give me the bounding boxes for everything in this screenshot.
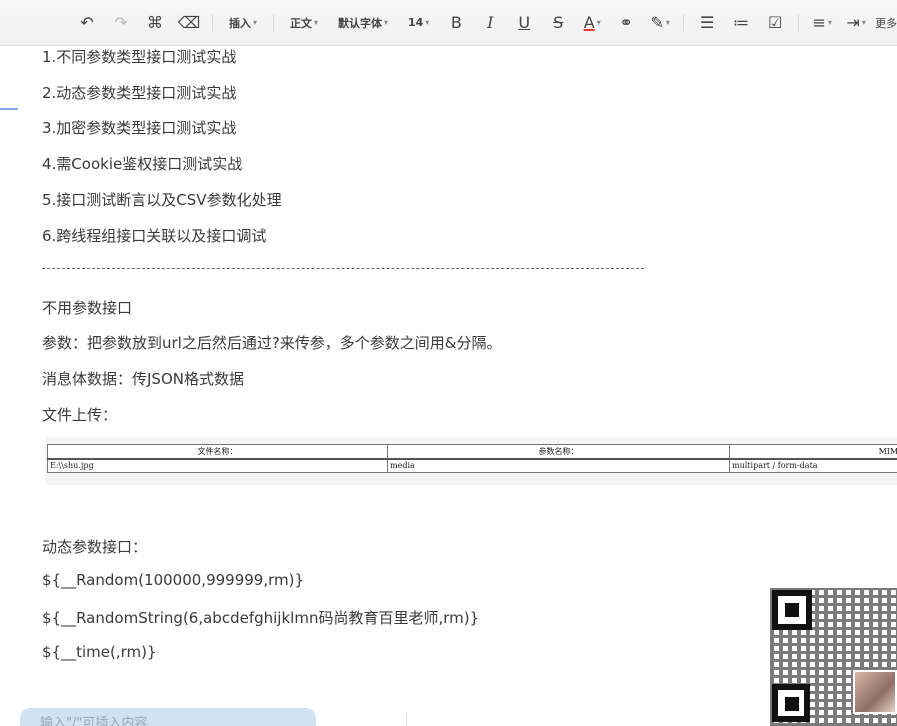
toolbar-divider <box>211 13 213 32</box>
toolbar-divider <box>798 13 800 32</box>
numbered-list-icon[interactable]: ≔ <box>728 10 754 36</box>
insert-label: 插入 <box>228 16 251 30</box>
list-item: 5.接口测试断言以及CSV参数化处理 <box>42 191 282 209</box>
font-color-label: A <box>583 13 595 32</box>
qr-finder <box>772 590 812 630</box>
align-icon[interactable]: ≡ ▾ <box>809 10 835 36</box>
paragraph-style-dropdown[interactable]: 正文 ▾ <box>284 10 324 36</box>
chevron-down-icon: ▾ <box>425 18 430 27</box>
toolbar-divider <box>683 13 685 32</box>
checklist-icon[interactable]: ☑ <box>762 10 788 36</box>
table-cell: media <box>387 458 730 473</box>
chevron-down-icon: ▾ <box>596 18 601 27</box>
list-item: 2.动态参数类型接口测试实战 <box>42 84 237 102</box>
list-item: 4.需Cookie鉴权接口测试实战 <box>42 155 243 173</box>
section-heading: 动态参数接口： <box>42 538 148 556</box>
table-header-cell: MIME <box>729 444 897 460</box>
italic-button[interactable]: I <box>477 10 503 36</box>
upload-heading: 文件上传： <box>42 406 118 424</box>
font-family-dropdown[interactable]: 默认字体 ▾ <box>332 10 394 36</box>
divider <box>406 712 407 726</box>
redo-icon[interactable]: ↷ <box>108 10 134 36</box>
upload-table-image: 文件名称： 参数名称： MIME E:\\shu.jpg media multi… <box>45 437 897 485</box>
list-item: 6.跨线程组接口关联以及接口调试 <box>42 227 267 245</box>
table-header-cell: 文件名称： <box>47 444 388 460</box>
table-row: E:\\shu.jpg media multipart / form-data <box>47 458 897 473</box>
more-button[interactable]: 更多 <box>875 15 897 31</box>
strikethrough-button[interactable]: S <box>545 10 571 36</box>
table-header-cell: 参数名称： <box>387 444 730 460</box>
bottom-bar: 输入"/"可插入内容 <box>0 700 897 726</box>
body-note: 消息体数据：传JSON格式数据 <box>42 370 244 388</box>
font-family-label: 默认字体 <box>337 16 382 30</box>
function-random: ${__Random(100000,999999,rm)} <box>42 571 305 589</box>
paragraph-style-label: 正文 <box>289 16 312 30</box>
highlight-icon[interactable]: ✎ ▾ <box>647 10 673 36</box>
outline-indicator <box>0 108 18 110</box>
eraser-icon[interactable]: ⌫ <box>176 10 202 36</box>
section-heading: 不用参数接口 <box>42 299 133 317</box>
bold-button[interactable]: B <box>443 10 469 36</box>
insert-dropdown[interactable]: 插入 ▾ <box>223 10 263 36</box>
font-color-button[interactable]: A ▾ <box>579 10 605 36</box>
font-size-dropdown[interactable]: 14 ▾ <box>402 10 435 36</box>
format-painter-icon[interactable]: ⌘ <box>142 10 168 36</box>
chevron-down-icon: ▾ <box>313 18 318 27</box>
divider-line <box>42 268 644 269</box>
chevron-down-icon: ▾ <box>861 18 866 27</box>
link-icon[interactable]: ⚭ <box>613 10 639 36</box>
table-cell: E:\\shu.jpg <box>47 458 388 473</box>
function-random-string: ${__RandomString(6,abcdefghijklmn码尚教育百里老… <box>42 609 480 627</box>
quick-insert-input[interactable]: 输入"/"可插入内容 <box>20 708 316 726</box>
bullet-list-icon[interactable]: ☰ <box>694 10 720 36</box>
toolbar-divider <box>272 13 274 32</box>
params-note: 参数：把参数放到url之后然后通过?来传参，多个参数之间用&分隔。 <box>42 334 502 352</box>
font-size-label: 14 <box>407 16 424 29</box>
upload-table: 文件名称： 参数名称： MIME E:\\shu.jpg media multi… <box>47 444 897 473</box>
chevron-down-icon: ▾ <box>252 18 257 27</box>
table-header-row: 文件名称： 参数名称： MIME <box>47 444 897 460</box>
chevron-down-icon: ▾ <box>665 18 670 27</box>
undo-icon[interactable]: ↶ <box>74 10 100 36</box>
list-item: 3.加密参数类型接口测试实战 <box>42 119 237 137</box>
table-cell: multipart / form-data <box>729 458 897 473</box>
function-time: ${__time(,rm)} <box>42 643 157 661</box>
underline-button[interactable]: U <box>511 10 537 36</box>
editor-toolbar: ↶ ↷ ⌘ ⌫ 插入 ▾ 正文 ▾ 默认字体 ▾ 14 ▾ B I U S A ▾ ⚭ ✎… <box>0 0 897 46</box>
indent-icon[interactable]: ⇥ ▾ <box>843 10 869 36</box>
chevron-down-icon: ▾ <box>383 18 388 27</box>
list-item: 1.不同参数类型接口测试实战 <box>42 48 237 66</box>
chevron-down-icon: ▾ <box>827 18 832 27</box>
